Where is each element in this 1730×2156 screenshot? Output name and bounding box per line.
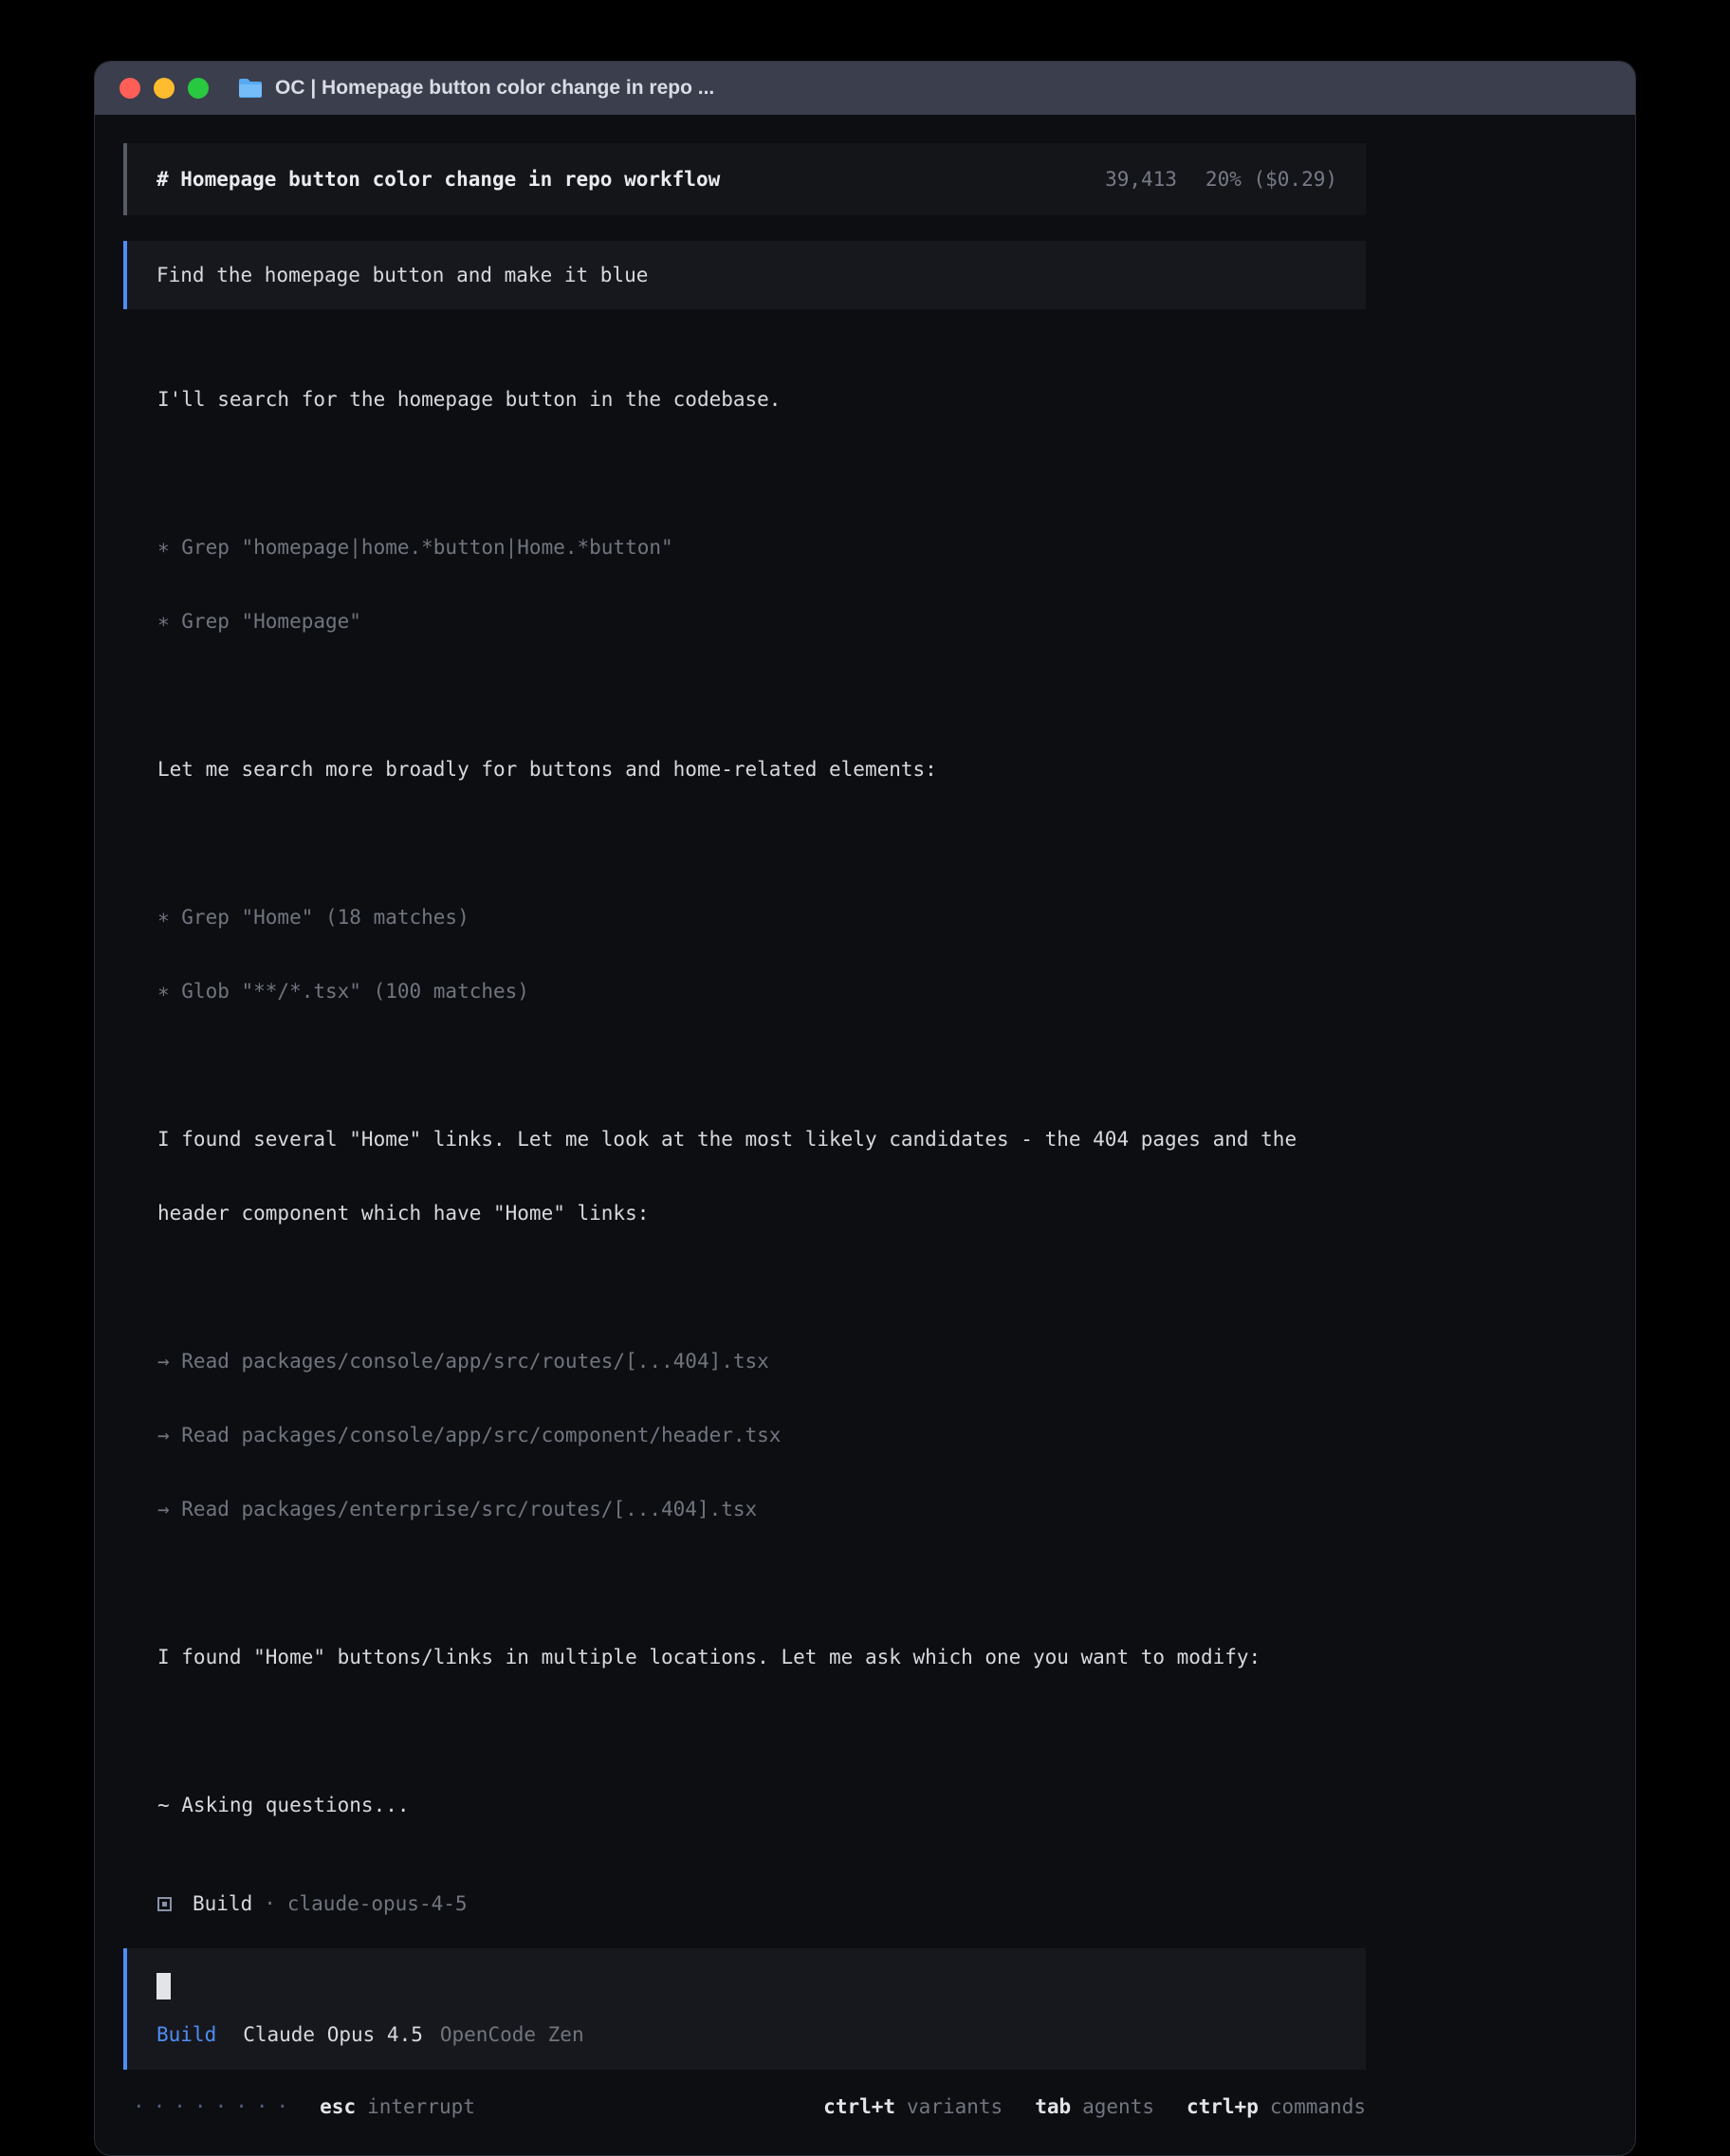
session-header: # Homepage button color change in repo w… <box>123 143 1366 215</box>
tool-call-group: ∗ Grep "homepage|home.*button|Home.*butt… <box>157 486 1607 683</box>
status-bar: ········ esc interrupt ctrl+t variants t… <box>123 2094 1366 2119</box>
tool-call-grep: ∗ Grep "homepage|home.*button|Home.*butt… <box>157 535 1607 560</box>
window-titlebar[interactable]: OC | Homepage button color change in rep… <box>95 62 1635 115</box>
token-count: 39,413 <box>1105 167 1177 192</box>
model-row: Build Claude Opus 4.5 OpenCode Zen <box>156 2022 1337 2047</box>
tool-call-group: ∗ Grep "Home" (18 matches) ∗ Glob "**/*.… <box>157 856 1607 1053</box>
session-title: # Homepage button color change in repo w… <box>156 167 720 192</box>
user-message-text: Find the homepage button and make it blu… <box>156 264 648 286</box>
assistant-transcript: I'll search for the homepage button in t… <box>123 338 1607 1916</box>
shortcut-key: ctrl+p <box>1187 2094 1259 2119</box>
user-message: Find the homepage button and make it blu… <box>123 241 1366 309</box>
text-cursor <box>156 1973 171 1999</box>
zoom-button[interactable] <box>188 78 209 99</box>
tool-call-read: → Read packages/enterprise/src/routes/[.… <box>157 1497 1607 1521</box>
shortcut-commands: ctrl+p commands <box>1187 2094 1366 2119</box>
prompt-input[interactable]: Build Claude Opus 4.5 OpenCode Zen <box>123 1948 1366 2070</box>
esc-key-hint: esc <box>320 2094 356 2119</box>
assistant-paragraph: Let me search more broadly for buttons a… <box>157 708 1607 831</box>
shortcut-label: agents <box>1082 2094 1154 2119</box>
folder-icon <box>237 77 264 100</box>
terminal-window: OC | Homepage button color change in rep… <box>94 61 1636 2156</box>
spinner-dots: ········ <box>133 2094 297 2119</box>
close-button[interactable] <box>120 78 140 99</box>
shortcut-label: variants <box>907 2094 1003 2119</box>
shortcut-key: ctrl+t <box>823 2094 895 2119</box>
tool-call-grep: ∗ Grep "Home" (18 matches) <box>157 905 1607 930</box>
shortcut-label: commands <box>1270 2094 1366 2119</box>
asking-questions-text: ~ Asking questions... <box>157 1793 1607 1817</box>
window-title: OC | Homepage button color change in rep… <box>275 77 714 100</box>
context-usage: 20% ($0.29) <box>1205 167 1337 192</box>
traffic-lights <box>120 78 209 99</box>
shortcut-key: tab <box>1035 2094 1071 2119</box>
provider-label: OpenCode Zen <box>440 2022 584 2047</box>
assistant-text: I found "Home" buttons/links in multiple… <box>157 1645 1607 1669</box>
agent-icon <box>157 1897 172 1911</box>
assistant-paragraph: I'll search for the homepage button in t… <box>157 338 1607 461</box>
model-label[interactable]: Claude Opus 4.5 <box>243 2022 423 2047</box>
tool-call-group: → Read packages/console/app/src/routes/[… <box>157 1299 1607 1571</box>
assistant-text: Let me search more broadly for buttons a… <box>157 757 1607 782</box>
terminal-content: # Homepage button color change in repo w… <box>95 143 1635 2119</box>
agent-name: Build <box>193 1891 252 1916</box>
tool-call-grep: ∗ Grep "Homepage" <box>157 609 1607 634</box>
assistant-status: ~ Asking questions... <box>157 1743 1607 1867</box>
agent-model: claude-opus-4-5 <box>287 1891 468 1916</box>
status-left: ········ esc interrupt <box>133 2094 475 2119</box>
assistant-text: header component which have "Home" links… <box>157 1201 1607 1225</box>
minimize-button[interactable] <box>154 78 175 99</box>
tool-call-glob: ∗ Glob "**/*.tsx" (100 matches) <box>157 979 1607 1004</box>
shortcut-agents: tab agents <box>1035 2094 1154 2119</box>
status-shortcuts: ctrl+t variants tab agents ctrl+p comman… <box>823 2094 1366 2119</box>
interrupt-hint: interrupt <box>367 2094 475 2119</box>
assistant-text: I found several "Home" links. Let me loo… <box>157 1127 1607 1152</box>
mode-label[interactable]: Build <box>156 2022 216 2047</box>
assistant-paragraph: I found several "Home" links. Let me loo… <box>157 1078 1607 1275</box>
assistant-text: I'll search for the homepage button in t… <box>157 387 1607 412</box>
agent-separator: · <box>264 1891 276 1916</box>
shortcut-variants: ctrl+t variants <box>823 2094 1003 2119</box>
session-stats: 39,413 20% ($0.29) <box>1105 167 1337 192</box>
agent-status-line: Build · claude-opus-4-5 <box>157 1891 1607 1916</box>
tool-call-read: → Read packages/console/app/src/componen… <box>157 1423 1607 1447</box>
tool-call-read: → Read packages/console/app/src/routes/[… <box>157 1349 1607 1373</box>
assistant-paragraph: I found "Home" buttons/links in multiple… <box>157 1595 1607 1719</box>
